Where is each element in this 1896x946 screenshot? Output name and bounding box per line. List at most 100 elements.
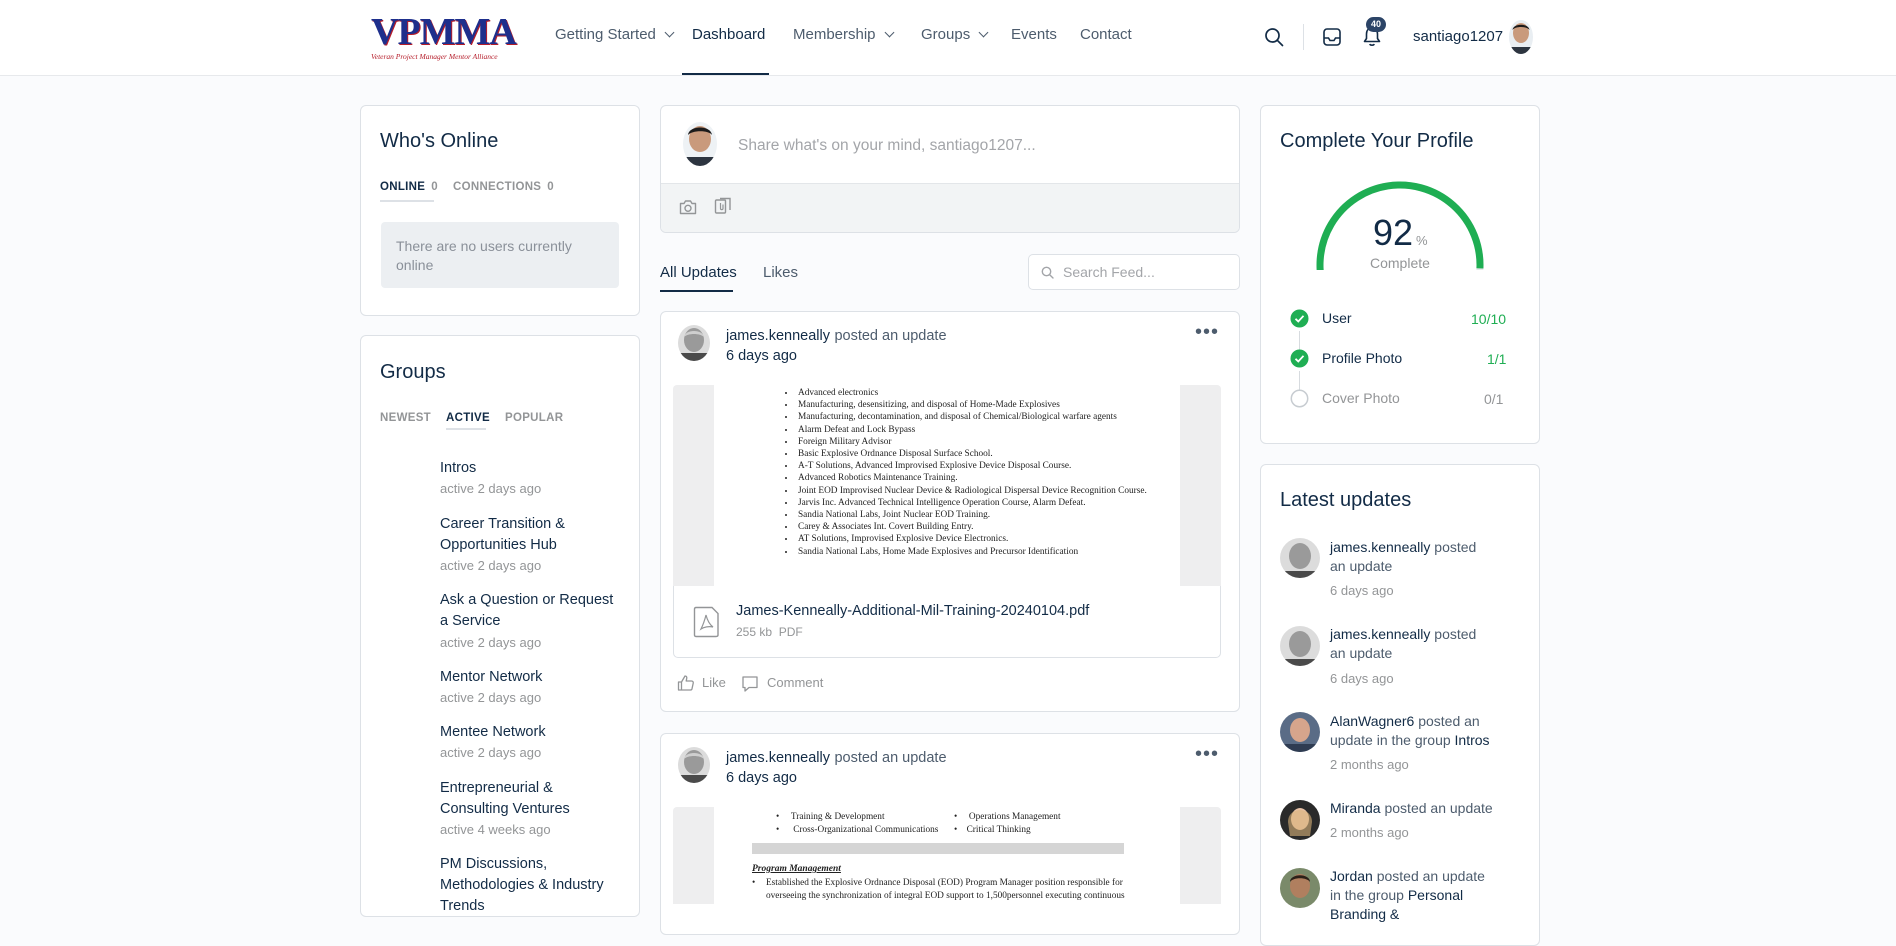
update-user-link[interactable]: james.kenneally [1330, 539, 1430, 555]
pdf-line: AT Solutions, Improvised Explosive Devic… [796, 533, 1180, 545]
update-user-link[interactable]: Jordan [1330, 868, 1373, 884]
pdf-line: Advanced Robotics Maintenance Training. [796, 472, 1180, 484]
pdf-preview-page: Advanced electronics Manufacturing, dese… [714, 385, 1180, 586]
thumbs-up-icon [677, 675, 694, 691]
pdf-line: Alarm Defeat and Lock Bypass [796, 424, 1180, 436]
group-activity: active 2 days ago [440, 635, 542, 650]
pdf-heading: Program Management [752, 864, 841, 874]
post-options-icon[interactable]: ••• [1195, 743, 1219, 766]
file-attachment[interactable] [673, 586, 1221, 658]
header-divider [1303, 24, 1304, 50]
empty-circle-icon [1290, 389, 1309, 408]
group-name[interactable]: Career Transition & Opportunities Hub [440, 514, 625, 556]
composer-input[interactable]: Share what's on your mind, santiago1207.… [738, 137, 1036, 155]
latest-updates-title: Latest updates [1280, 489, 1412, 511]
group-name[interactable]: Mentee Network [440, 722, 625, 743]
update-text: AlanWagner6 posted an update in the grou… [1330, 713, 1490, 748]
update-avatar[interactable] [1280, 868, 1320, 908]
nav-events[interactable]: Events [1011, 26, 1057, 43]
update-user-link[interactable]: james.kenneally [1330, 626, 1430, 642]
activity-composer [660, 105, 1240, 233]
tab-groups-newest[interactable]: NEWEST [380, 412, 431, 424]
group-name[interactable]: PM Discussions, Methodologies & Industry… [440, 854, 625, 917]
group-name[interactable]: Entrepreneurial & Consulting Ventures [440, 778, 625, 820]
file-name[interactable]: James-Kenneally-Additional-Mil-Training-… [736, 603, 1089, 619]
completion-percent-value: 92 [1373, 212, 1414, 253]
pdf-line: • Critical Thinking [954, 825, 1031, 835]
tab-all-updates[interactable]: All Updates [660, 264, 737, 281]
header-username[interactable]: santiago1207 [1413, 28, 1503, 45]
progress-connector [1299, 331, 1300, 350]
nav-membership[interactable]: Membership [793, 26, 894, 43]
update-time[interactable]: 2 months ago [1330, 757, 1409, 772]
post-author-avatar[interactable] [678, 325, 710, 361]
group-name[interactable]: Intros [440, 458, 625, 479]
tab-all-updates-underline [660, 290, 733, 292]
file-type: PDF [778, 625, 803, 639]
update-avatar[interactable] [1280, 712, 1320, 752]
comment-label: Comment [767, 675, 824, 690]
post-timestamp[interactable]: 6 days ago [726, 770, 797, 786]
group-activity: active 2 days ago [440, 481, 542, 496]
post-author-name[interactable]: james.kenneally [726, 750, 830, 766]
nav-getting-started[interactable]: Getting Started [555, 26, 675, 43]
search-feed-input[interactable]: Search Feed... [1028, 254, 1240, 290]
tab-online-underline [380, 200, 434, 202]
inbox-icon[interactable] [1322, 27, 1342, 47]
tab-groups-popular[interactable]: POPULAR [505, 412, 563, 424]
update-time[interactable]: 6 days ago [1330, 583, 1394, 598]
post-author-name[interactable]: james.kenneally [726, 328, 830, 344]
progress-item-value: 10/10 [1471, 311, 1507, 327]
pdf-line: Advanced electronics [796, 387, 1180, 399]
post-timestamp[interactable]: 6 days ago [726, 348, 797, 364]
update-group-link[interactable]: Intros [1455, 732, 1490, 748]
camera-icon[interactable] [679, 199, 697, 215]
completion-percent-sign: % [1416, 233, 1428, 248]
composer-toolbar [661, 183, 1239, 232]
pdf-line: • Operations Management [954, 812, 1061, 822]
update-time[interactable]: 6 days ago [1330, 671, 1394, 686]
tab-active-underline [446, 428, 486, 430]
group-activity: active 4 weeks ago [440, 822, 551, 837]
update-avatar[interactable] [1280, 800, 1320, 840]
nav-groups[interactable]: Groups [921, 26, 989, 43]
whos-online-title: Who's Online [380, 130, 499, 152]
progress-item-value: 1/1 [1487, 351, 1507, 367]
post-author-avatar[interactable] [678, 747, 710, 783]
post-options-icon[interactable]: ••• [1195, 321, 1219, 344]
pdf-line: A-T Solutions, Advanced Improvised Explo… [796, 460, 1180, 472]
user-avatar[interactable] [1509, 20, 1533, 54]
pdf-line: Sandia National Labs, Joint Nuclear EOD … [796, 509, 1180, 521]
update-avatar[interactable] [1280, 626, 1320, 666]
pdf-line: Sandia National Labs, Home Made Explosiv… [796, 546, 1180, 558]
group-activity: active 2 days ago [440, 690, 542, 705]
tab-groups-active[interactable]: ACTIVE [446, 412, 490, 424]
pdf-file-icon [693, 606, 719, 638]
attachment-icon[interactable] [714, 197, 732, 215]
update-user-link[interactable]: Miranda [1330, 800, 1381, 816]
update-user-link[interactable]: AlanWagner6 [1330, 713, 1414, 729]
group-name[interactable]: Mentor Network [440, 667, 625, 688]
pdf-preview-list: Advanced electronics Manufacturing, dese… [714, 385, 1180, 558]
search-icon[interactable] [1264, 27, 1284, 47]
progress-item-value: 0/1 [1484, 391, 1504, 407]
search-feed-placeholder: Search Feed... [1063, 264, 1155, 280]
pdf-line: • Cross-Organizational Communications [776, 825, 939, 835]
search-icon [1041, 266, 1054, 279]
file-size: 255 kb [736, 625, 773, 639]
progress-item-label[interactable]: User [1322, 310, 1352, 326]
tab-likes[interactable]: Likes [763, 264, 798, 281]
group-name[interactable]: Ask a Question or Request a Service [440, 590, 625, 632]
post-header-line: james.kenneally posted an update [726, 327, 947, 345]
progress-item-label[interactable]: Profile Photo [1322, 350, 1402, 366]
update-avatar[interactable] [1280, 538, 1320, 578]
nav-dashboard[interactable]: Dashboard [692, 26, 765, 43]
progress-connector [1299, 371, 1300, 390]
pdf-line: Jarvis Inc. Advanced Technical Intellige… [796, 497, 1180, 509]
tab-connections[interactable]: CONNECTIONS 0 [453, 181, 554, 193]
site-logo[interactable]: VPMMA Veteran Project Manager Mentor All… [371, 13, 517, 61]
update-time[interactable]: 2 months ago [1330, 825, 1409, 840]
nav-contact[interactable]: Contact [1080, 26, 1132, 43]
tab-online[interactable]: ONLINE 0 [380, 181, 438, 193]
progress-item-label[interactable]: Cover Photo [1322, 390, 1400, 406]
